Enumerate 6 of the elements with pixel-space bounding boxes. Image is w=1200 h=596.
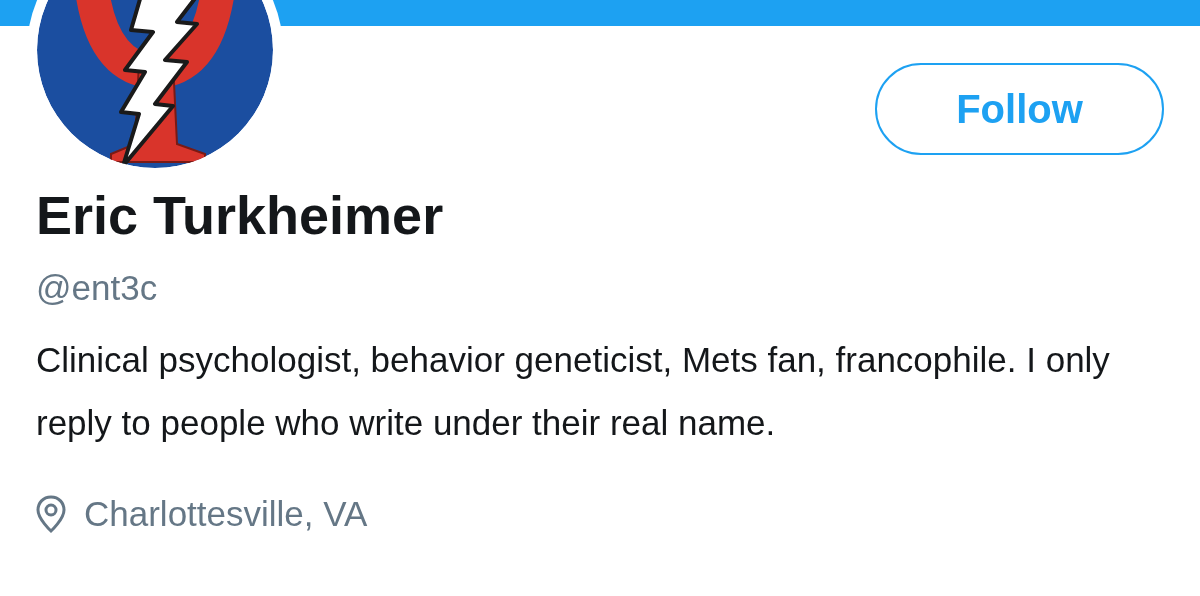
profile-name: Eric Turkheimer [36,184,445,246]
location-pin-icon [36,495,66,533]
profile-handle: @ent3c [36,267,159,309]
profile-location: Charlottesville, VA [84,493,368,535]
follow-button[interactable]: Follow [875,63,1164,155]
profile-bio: Clinical psychologist, behavior geneticist, Mets fan, francophile. I only reply to people who write under their real name. [36,339,1111,444]
